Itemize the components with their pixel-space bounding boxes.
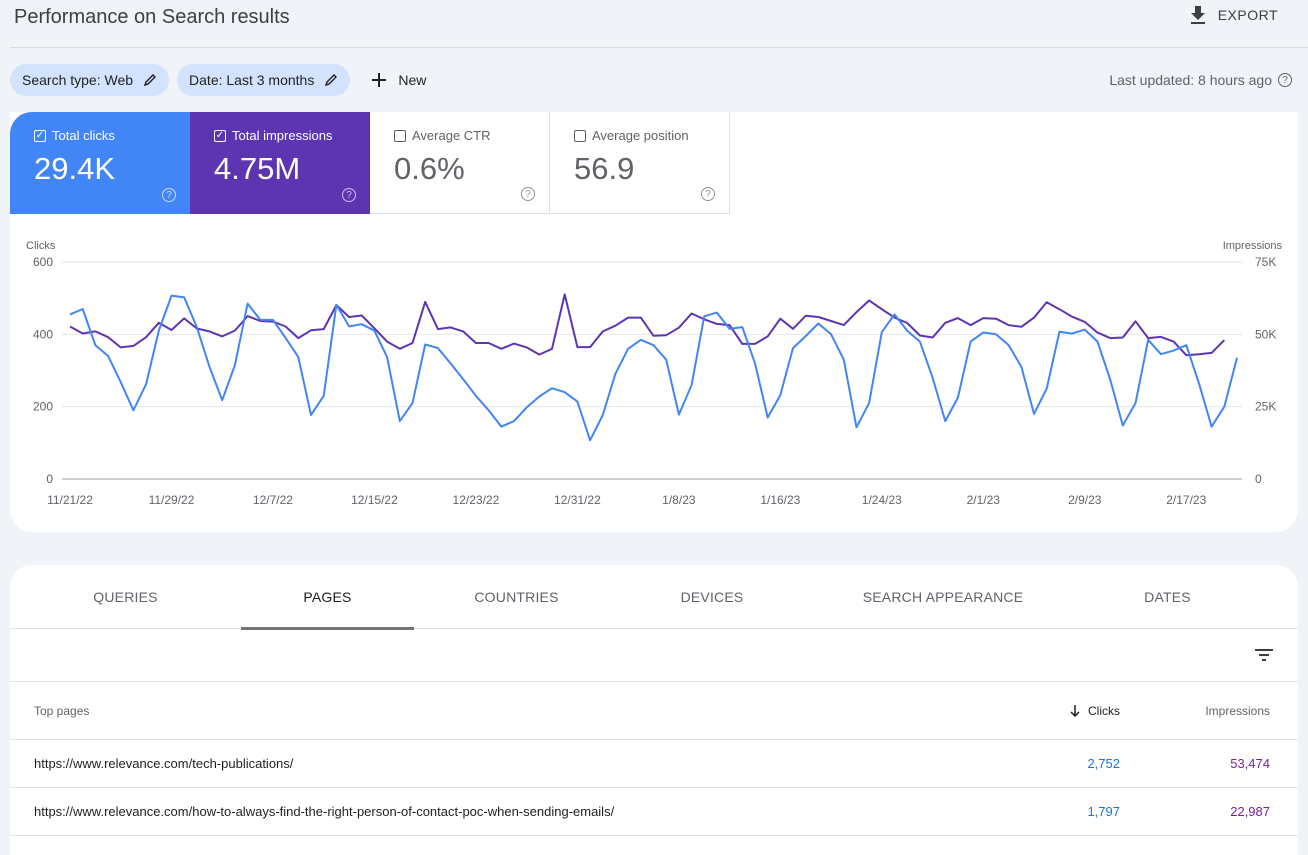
help-icon[interactable]: ?	[162, 188, 176, 202]
tab-devices[interactable]: DEVICES	[619, 565, 805, 629]
table-card: QUERIES PAGES COUNTRIES DEVICES SEARCH A…	[10, 565, 1298, 855]
metric-value: 0.6%	[394, 151, 465, 186]
header-divider	[10, 47, 1308, 48]
row-clicks: 2,752	[1087, 756, 1120, 771]
series-line-clicks[interactable]	[69, 294, 1238, 442]
left-tick-label: 200	[33, 400, 53, 414]
metric-tiles: ✓ Total clicks 29.4K ? ✓ Total impressions…	[10, 112, 730, 214]
filter-bar: Search type: Web Date: Last 3 months New	[10, 64, 440, 96]
metric-value: 56.9	[574, 151, 635, 186]
right-tick-label: 25K	[1255, 400, 1276, 414]
x-tick-label: 1/8/23	[662, 493, 696, 507]
page-url[interactable]: https://www.relevance.com/how-to-always-…	[34, 804, 614, 819]
export-button[interactable]: EXPORT	[1190, 6, 1278, 24]
tab-countries[interactable]: COUNTRIES	[414, 565, 619, 629]
right-tick-label: 50K	[1255, 327, 1276, 341]
right-tick-label: 0	[1255, 472, 1262, 486]
x-tick-label: 12/7/22	[253, 493, 293, 507]
metric-label: Total impressions	[232, 128, 333, 143]
column-header-pages: Top pages	[34, 704, 90, 718]
metric-label: Average position	[592, 128, 689, 143]
metric-average-ctr[interactable]: Average CTR 0.6% ?	[370, 112, 550, 214]
metric-label: Average CTR	[412, 128, 491, 143]
x-tick-label: 2/9/23	[1068, 493, 1102, 507]
plus-icon	[372, 73, 387, 87]
row-impressions: 22,987	[1230, 804, 1270, 819]
table-row[interactable]: https://www.relevance.com/how-to-always-…	[10, 788, 1298, 836]
export-label: EXPORT	[1217, 7, 1278, 23]
checkbox-checked-icon[interactable]: ✓	[214, 129, 226, 142]
help-icon[interactable]: ?	[1278, 73, 1292, 87]
filter-icon[interactable]	[1254, 645, 1274, 665]
tab-search-appearance[interactable]: SEARCH APPEARANCE	[805, 565, 1081, 629]
metric-label: Total clicks	[52, 128, 115, 143]
last-updated-text: Last updated: 8 hours ago	[1109, 72, 1272, 88]
help-icon[interactable]: ?	[701, 187, 715, 201]
x-tick-label: 2/1/23	[967, 493, 1001, 507]
help-icon[interactable]: ?	[521, 187, 535, 201]
checkbox-unchecked-icon[interactable]	[574, 129, 586, 142]
new-filter-button[interactable]: New	[358, 64, 440, 96]
page-title: Performance on Search results	[14, 6, 290, 28]
tab-queries[interactable]: QUERIES	[10, 565, 241, 629]
table-row[interactable]: https://www.relevance.com/tech-publicati…	[10, 740, 1298, 788]
row-clicks: 1,797	[1087, 804, 1120, 819]
metric-total-clicks[interactable]: ✓ Total clicks 29.4K ?	[10, 112, 190, 214]
column-header-impressions[interactable]: Impressions	[1205, 704, 1270, 718]
page-header: Performance on Search results EXPORT	[0, 0, 1308, 48]
row-impressions: 53,474	[1230, 756, 1270, 771]
metric-average-position[interactable]: Average position 56.9 ?	[550, 112, 730, 214]
tab-pages[interactable]: PAGES	[241, 565, 414, 630]
metric-total-impressions[interactable]: ✓ Total impressions 4.75M ?	[190, 112, 370, 214]
x-tick-label: 11/29/22	[149, 493, 195, 507]
x-tick-label: 12/31/22	[554, 493, 601, 507]
checkbox-checked-icon[interactable]: ✓	[34, 129, 46, 142]
x-tick-label: 1/16/23	[760, 493, 800, 507]
date-range-chip[interactable]: Date: Last 3 months	[177, 64, 351, 96]
metric-value: 4.75M	[214, 151, 301, 186]
chip-label: Search type: Web	[22, 72, 134, 88]
edit-pencil-icon	[325, 74, 338, 87]
right-tick-label: 75K	[1255, 255, 1276, 269]
x-tick-label: 2/17/23	[1166, 493, 1206, 507]
left-tick-label: 0	[46, 472, 53, 486]
x-tick-label: 12/23/22	[453, 493, 500, 507]
left-axis-label: Clicks	[26, 240, 56, 252]
table-filter-row	[10, 629, 1298, 682]
metric-value: 29.4K	[34, 151, 116, 186]
chip-label: Date: Last 3 months	[189, 72, 315, 88]
last-updated: Last updated: 8 hours ago ?	[1109, 72, 1292, 88]
checkbox-unchecked-icon[interactable]	[394, 129, 406, 142]
download-icon	[1190, 6, 1205, 24]
clicks-header-label: Clicks	[1088, 704, 1120, 718]
left-tick-label: 600	[33, 255, 53, 269]
help-icon[interactable]: ?	[342, 188, 356, 202]
tab-dates[interactable]: DATES	[1081, 565, 1254, 629]
new-label: New	[398, 72, 427, 88]
performance-chart[interactable]: Clicks Impressions 0 200 400 600 0 25K 50K 75K…	[0, 230, 1308, 520]
x-tick-label: 11/21/22	[47, 493, 93, 507]
dimension-tabs: QUERIES PAGES COUNTRIES DEVICES SEARCH A…	[10, 565, 1298, 630]
right-axis-label: Impressions	[1223, 240, 1283, 252]
table-header: Top pages Clicks Impressions	[10, 682, 1298, 740]
x-tick-label: 12/15/22	[351, 493, 398, 507]
edit-pencil-icon	[143, 74, 157, 87]
x-tick-label: 1/24/23	[862, 493, 902, 507]
search-type-chip[interactable]: Search type: Web	[10, 64, 170, 96]
left-tick-label: 400	[33, 327, 53, 341]
page-url[interactable]: https://www.relevance.com/tech-publicati…	[34, 756, 293, 771]
column-header-clicks[interactable]: Clicks	[1070, 704, 1120, 718]
sort-down-arrow-icon	[1070, 705, 1080, 717]
